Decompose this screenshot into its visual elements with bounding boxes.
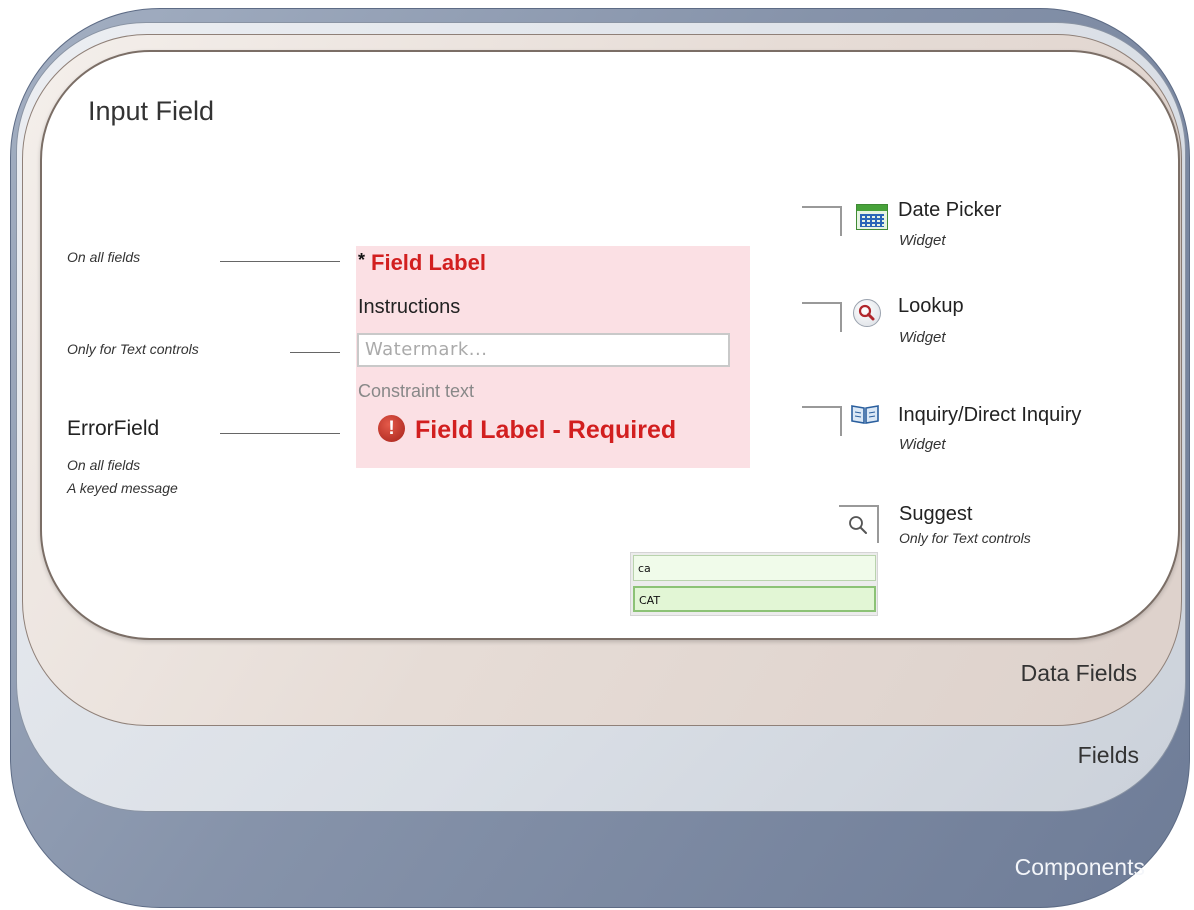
suggest-title: Suggest	[899, 503, 973, 525]
book-icon[interactable]	[850, 403, 880, 425]
error-message: ! Field Label - Required	[378, 414, 677, 445]
date-picker-subtitle: Widget	[899, 232, 946, 249]
error-message-text: Field Label - Required	[415, 416, 677, 444]
watermark-input[interactable]: Watermark...	[357, 333, 730, 367]
annotation-connector-error	[220, 433, 340, 434]
suggest-input[interactable]	[839, 505, 879, 543]
calendar-icon[interactable]	[856, 204, 888, 230]
field-label-text: Field Label	[371, 250, 486, 275]
annotation-error-on-all-fields: On all fields	[67, 457, 141, 473]
required-marker: *	[358, 250, 366, 270]
inquiry-subtitle: Widget	[899, 436, 946, 453]
suggest-dropdown: ca CAT	[630, 552, 878, 616]
magnifier-icon[interactable]	[853, 299, 881, 327]
data-fields-layer-label: Data Fields	[1020, 660, 1137, 686]
input-field-layer-label: Input Field	[88, 96, 215, 126]
search-icon[interactable]	[847, 514, 869, 536]
suggest-typed-value[interactable]: ca	[633, 555, 876, 581]
annotation-keyed-message: A keyed message	[67, 480, 178, 496]
field-instructions: Instructions	[358, 296, 461, 318]
date-picker-input[interactable]	[802, 206, 842, 236]
lookup-subtitle: Widget	[899, 329, 946, 346]
lookup-title: Lookup	[898, 295, 964, 317]
inquiry-input[interactable]	[802, 406, 842, 436]
constraint-text: Constraint text	[358, 381, 475, 401]
date-picker-title: Date Picker	[898, 199, 1002, 221]
suggest-subtitle: Only for Text controls	[899, 530, 1031, 546]
annotation-connector-watermark	[290, 352, 340, 353]
error-icon: !	[378, 414, 405, 442]
annotation-on-all-fields: On all fields	[67, 249, 141, 265]
lookup-input[interactable]	[802, 302, 842, 332]
field-label: * Field Label	[358, 250, 486, 276]
annotation-only-text-controls: Only for Text controls	[67, 341, 199, 357]
fields-layer-label: Fields	[1077, 742, 1139, 768]
inquiry-title: Inquiry/Direct Inquiry	[898, 404, 1082, 426]
suggest-option[interactable]: CAT	[633, 586, 876, 612]
annotation-error-field-title: ErrorField	[67, 417, 160, 440]
components-layer-label: Components	[1014, 854, 1145, 880]
annotation-connector-label	[220, 261, 340, 262]
field-example-panel: * Field Label Instructions Watermark... C…	[356, 246, 750, 468]
